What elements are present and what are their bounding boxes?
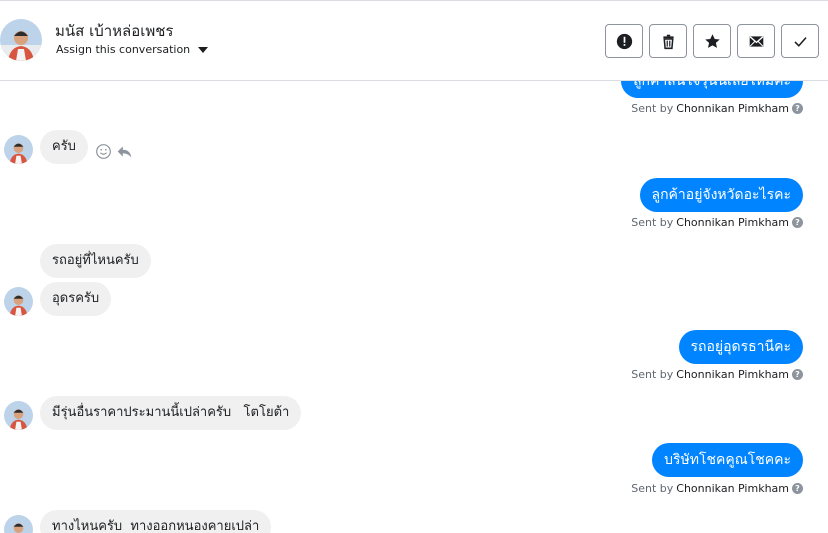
incoming-message: รถอยู่ที่ไหนครับ [40, 244, 151, 278]
message-thread[interactable]: ลูกค้าสนใจรุ่นนี้เลยไหมคะ Sent by Chonni… [0, 81, 828, 533]
outgoing-message: รถอยู่อุดรธานีคะ [678, 330, 803, 364]
help-icon[interactable]: ? [792, 103, 803, 114]
delete-button[interactable] [649, 24, 687, 58]
message-actions [95, 143, 133, 160]
incoming-message: ทางไหนครับ ทางออกหนองคายเปล่า [40, 510, 272, 533]
trash-icon [662, 34, 674, 49]
assign-conversation-dropdown[interactable]: Assign this conversation [56, 43, 209, 56]
mail-icon [749, 35, 763, 47]
sent-by-label: Sent by Chonnikan Pimkham ? [631, 368, 803, 381]
contact-avatar[interactable] [4, 135, 33, 164]
assign-label: Assign this conversation [56, 43, 191, 56]
sent-by-label: Sent by Chonnikan Pimkham ? [631, 482, 803, 495]
help-icon[interactable]: ? [792, 483, 803, 494]
outgoing-message: บริษัทโชคคูณโชคคะ [652, 443, 803, 477]
alert-icon [616, 33, 632, 49]
mark-spam-button[interactable] [605, 24, 643, 58]
incoming-message: อุดรครับ [40, 282, 112, 316]
outgoing-message: ลูกค้าอยู่จังหวัดอะไรคะ [639, 178, 803, 212]
agent-name: Chonnikan Pimkham [676, 368, 789, 381]
conversation-toolbar [605, 24, 819, 58]
star-icon [704, 33, 720, 48]
agent-name: Chonnikan Pimkham [676, 216, 789, 229]
sent-by-label: Sent by Chonnikan Pimkham ? [631, 216, 803, 229]
smiley-icon[interactable] [95, 143, 112, 160]
caret-down-icon [198, 46, 209, 53]
contact-avatar[interactable] [0, 19, 42, 61]
agent-name: Chonnikan Pimkham [676, 102, 789, 115]
help-icon[interactable]: ? [792, 217, 803, 228]
reply-icon[interactable] [116, 143, 133, 160]
agent-name: Chonnikan Pimkham [676, 482, 789, 495]
contact-name: มนัส เบ้าหล่อเพชร [55, 22, 174, 40]
outgoing-message: ลูกค้าสนใจรุ่นนี้เลยไหมคะ [620, 81, 803, 98]
conversation-header: มนัส เบ้าหล่อเพชร Assign this conversati… [0, 0, 828, 81]
sent-by-label: Sent by Chonnikan Pimkham ? [631, 102, 803, 115]
help-icon[interactable]: ? [792, 369, 803, 380]
check-icon [793, 36, 807, 47]
contact-avatar[interactable] [4, 401, 33, 430]
incoming-message: มีรุ่นอื่นราคาประมานนี้เปล่าครับ โตโยต้า [40, 396, 302, 430]
star-button[interactable] [693, 24, 731, 58]
incoming-message: ครับ [40, 130, 88, 164]
mark-unread-button[interactable] [737, 24, 775, 58]
contact-avatar[interactable] [4, 287, 33, 316]
contact-avatar[interactable] [4, 515, 33, 533]
mark-done-button[interactable] [781, 24, 819, 58]
